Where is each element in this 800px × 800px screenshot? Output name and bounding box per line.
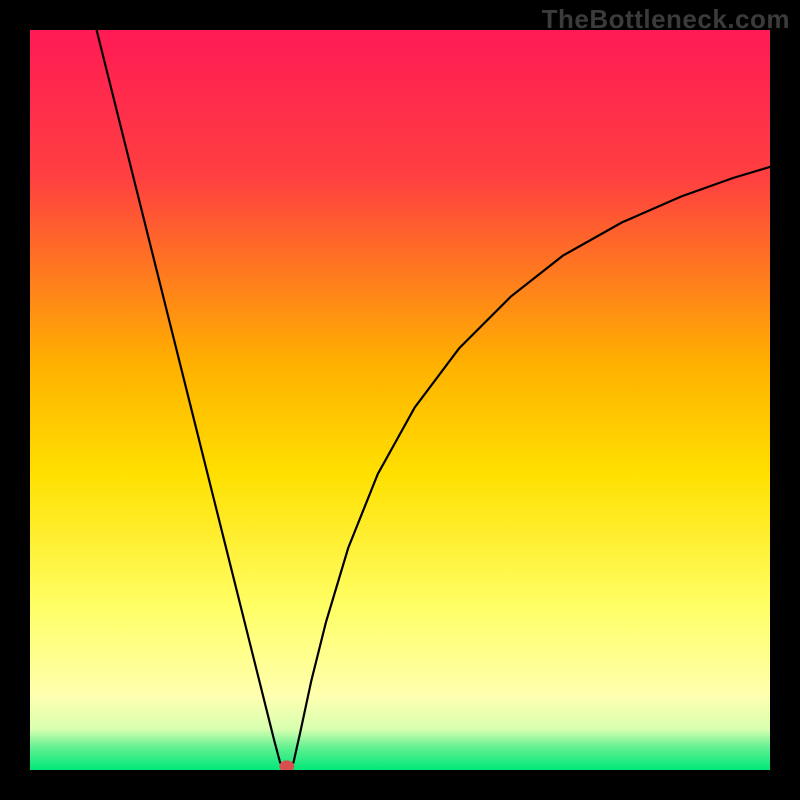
chart-frame: TheBottleneck.com [0,0,800,800]
chart-svg [30,30,770,770]
gradient-background [30,30,770,770]
chart-plot-area [30,30,770,770]
